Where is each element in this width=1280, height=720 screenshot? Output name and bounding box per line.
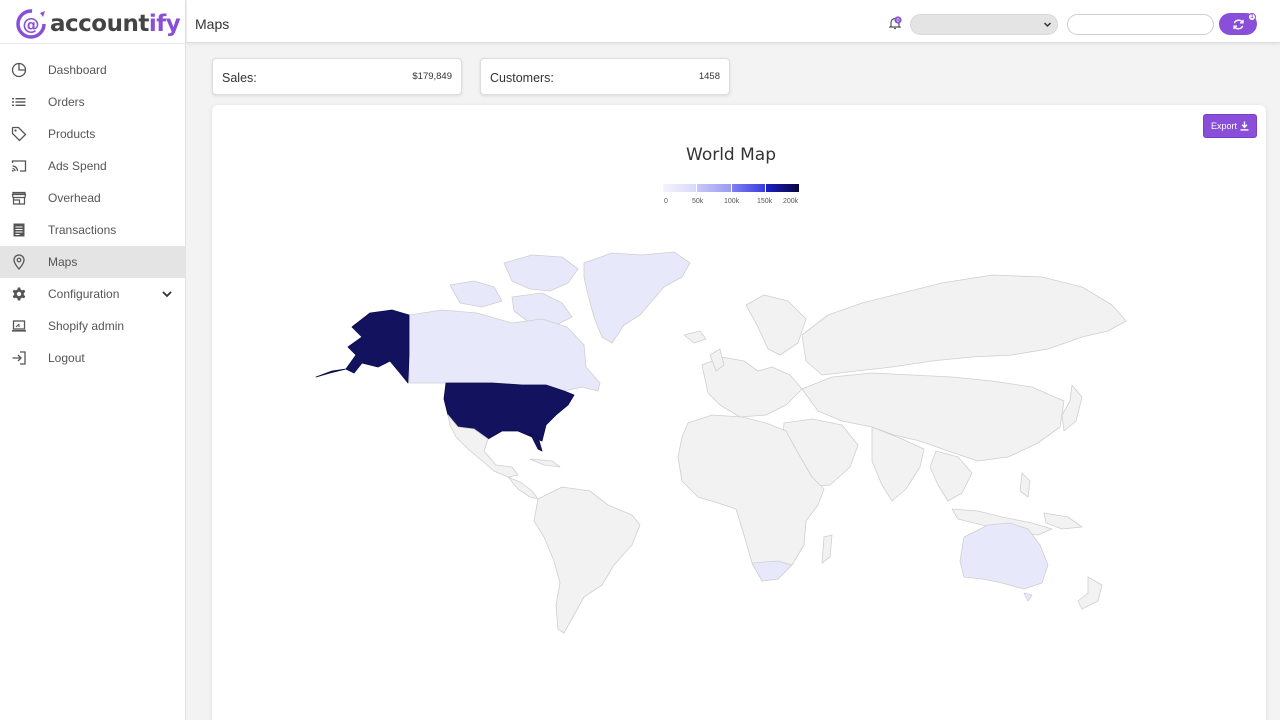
sidebar-item-logout[interactable]: Logout <box>0 342 186 374</box>
tag-icon <box>11 126 27 142</box>
list-icon <box>12 98 26 106</box>
region-new-guinea[interactable] <box>1043 512 1083 530</box>
region-tasmania[interactable] <box>1023 592 1033 602</box>
sidebar-item-ads-spend[interactable]: Ads Spend <box>0 150 186 182</box>
search-input[interactable] <box>1067 14 1214 35</box>
laptop-icon <box>12 320 26 332</box>
sidebar-item-label: Configuration <box>48 287 120 301</box>
region-greenland[interactable] <box>583 251 691 344</box>
sidebar-divider <box>0 43 186 44</box>
sidebar-item-orders[interactable]: Orders <box>0 86 186 118</box>
region-south-africa[interactable] <box>751 560 793 582</box>
region-russia[interactable] <box>801 274 1127 376</box>
customers-value: 1458 <box>698 71 720 82</box>
sidebar-item-dashboard[interactable]: Dashboard <box>0 54 186 86</box>
world-map-panel: Export World Map 0 50k 100k 150k 200k <box>212 105 1266 720</box>
brand-name: accountify <box>50 11 181 37</box>
highlight-layer <box>751 560 793 582</box>
region-canada-islands[interactable] <box>449 280 503 308</box>
customers-label: Customers: <box>490 71 554 85</box>
region-southeast-asia[interactable] <box>929 450 973 502</box>
world-map <box>315 251 1127 634</box>
region-madagascar[interactable] <box>821 534 833 564</box>
sidebar-item-label: Ads Spend <box>48 159 107 173</box>
region-south-america[interactable] <box>533 486 641 634</box>
sales-card: Sales: $179,849 <box>212 58 462 95</box>
region-scandinavia[interactable] <box>745 294 807 356</box>
region-alaska[interactable] <box>345 309 410 384</box>
gear-icon <box>12 287 26 301</box>
sidebar-item-label: Orders <box>48 95 85 109</box>
customers-card: Customers: 1458 <box>480 58 730 95</box>
document-icon <box>13 223 25 237</box>
sidebar-nav: Dashboard Orders Products Ads Spend Over… <box>0 54 186 374</box>
logo-icon: @ <box>16 9 46 39</box>
store-icon <box>11 191 27 205</box>
region-philippines[interactable] <box>1019 472 1031 498</box>
region-central-america[interactable] <box>507 476 539 500</box>
sidebar-item-label: Transactions <box>48 223 117 237</box>
sidebar-item-transactions[interactable]: Transactions <box>0 214 186 246</box>
sales-label: Sales: <box>222 71 257 85</box>
sidebar-item-label: Overhead <box>48 191 101 205</box>
sidebar-item-configuration[interactable]: Configuration <box>0 278 186 310</box>
sidebar-item-shopify-admin[interactable]: Shopify admin <box>0 310 186 342</box>
sidebar-item-products[interactable]: Products <box>0 118 186 150</box>
sidebar-item-label: Maps <box>48 255 78 269</box>
map-pin-icon <box>13 254 25 270</box>
region-cuba[interactable] <box>529 458 561 468</box>
top-header: Maps 0 1 <box>187 0 1280 43</box>
region-canada-islands[interactable] <box>503 254 579 292</box>
sidebar-item-label: Dashboard <box>48 63 107 77</box>
region-japan[interactable] <box>1061 384 1083 432</box>
sales-value: $179,849 <box>412 71 452 82</box>
sync-icon <box>1232 19 1244 29</box>
brand-name-part1: account <box>50 11 149 37</box>
cast-icon <box>11 160 27 172</box>
region-new-zealand[interactable] <box>1077 576 1103 610</box>
store-select[interactable] <box>910 14 1058 35</box>
region-iceland[interactable] <box>683 330 707 344</box>
sidebar-item-overhead[interactable]: Overhead <box>0 182 186 214</box>
sidebar-item-label: Shopify admin <box>48 319 125 333</box>
notification-count: 0 <box>896 18 899 24</box>
notification-bell-icon[interactable]: 0 <box>887 15 903 31</box>
page-title: Maps <box>195 16 230 32</box>
svg-text:@: @ <box>23 15 40 35</box>
pie-chart-icon <box>11 62 27 78</box>
sync-badge: 1 <box>1248 13 1256 21</box>
chevron-down-icon[interactable] <box>160 287 174 301</box>
sidebar-item-label: Products <box>48 127 96 141</box>
chevron-down-icon <box>1043 22 1052 28</box>
region-alaska-chain[interactable] <box>315 368 347 378</box>
brand-logo[interactable]: @ accountify <box>14 5 181 43</box>
brand-name-part2: ify <box>148 11 181 37</box>
region-canada[interactable] <box>407 309 601 392</box>
sidebar-item-label: Logout <box>48 351 85 365</box>
logout-icon <box>12 351 26 365</box>
sidebar-item-maps[interactable]: Maps <box>0 246 186 278</box>
sidebar: @ accountify Dashboard Orders Products A… <box>0 0 186 720</box>
